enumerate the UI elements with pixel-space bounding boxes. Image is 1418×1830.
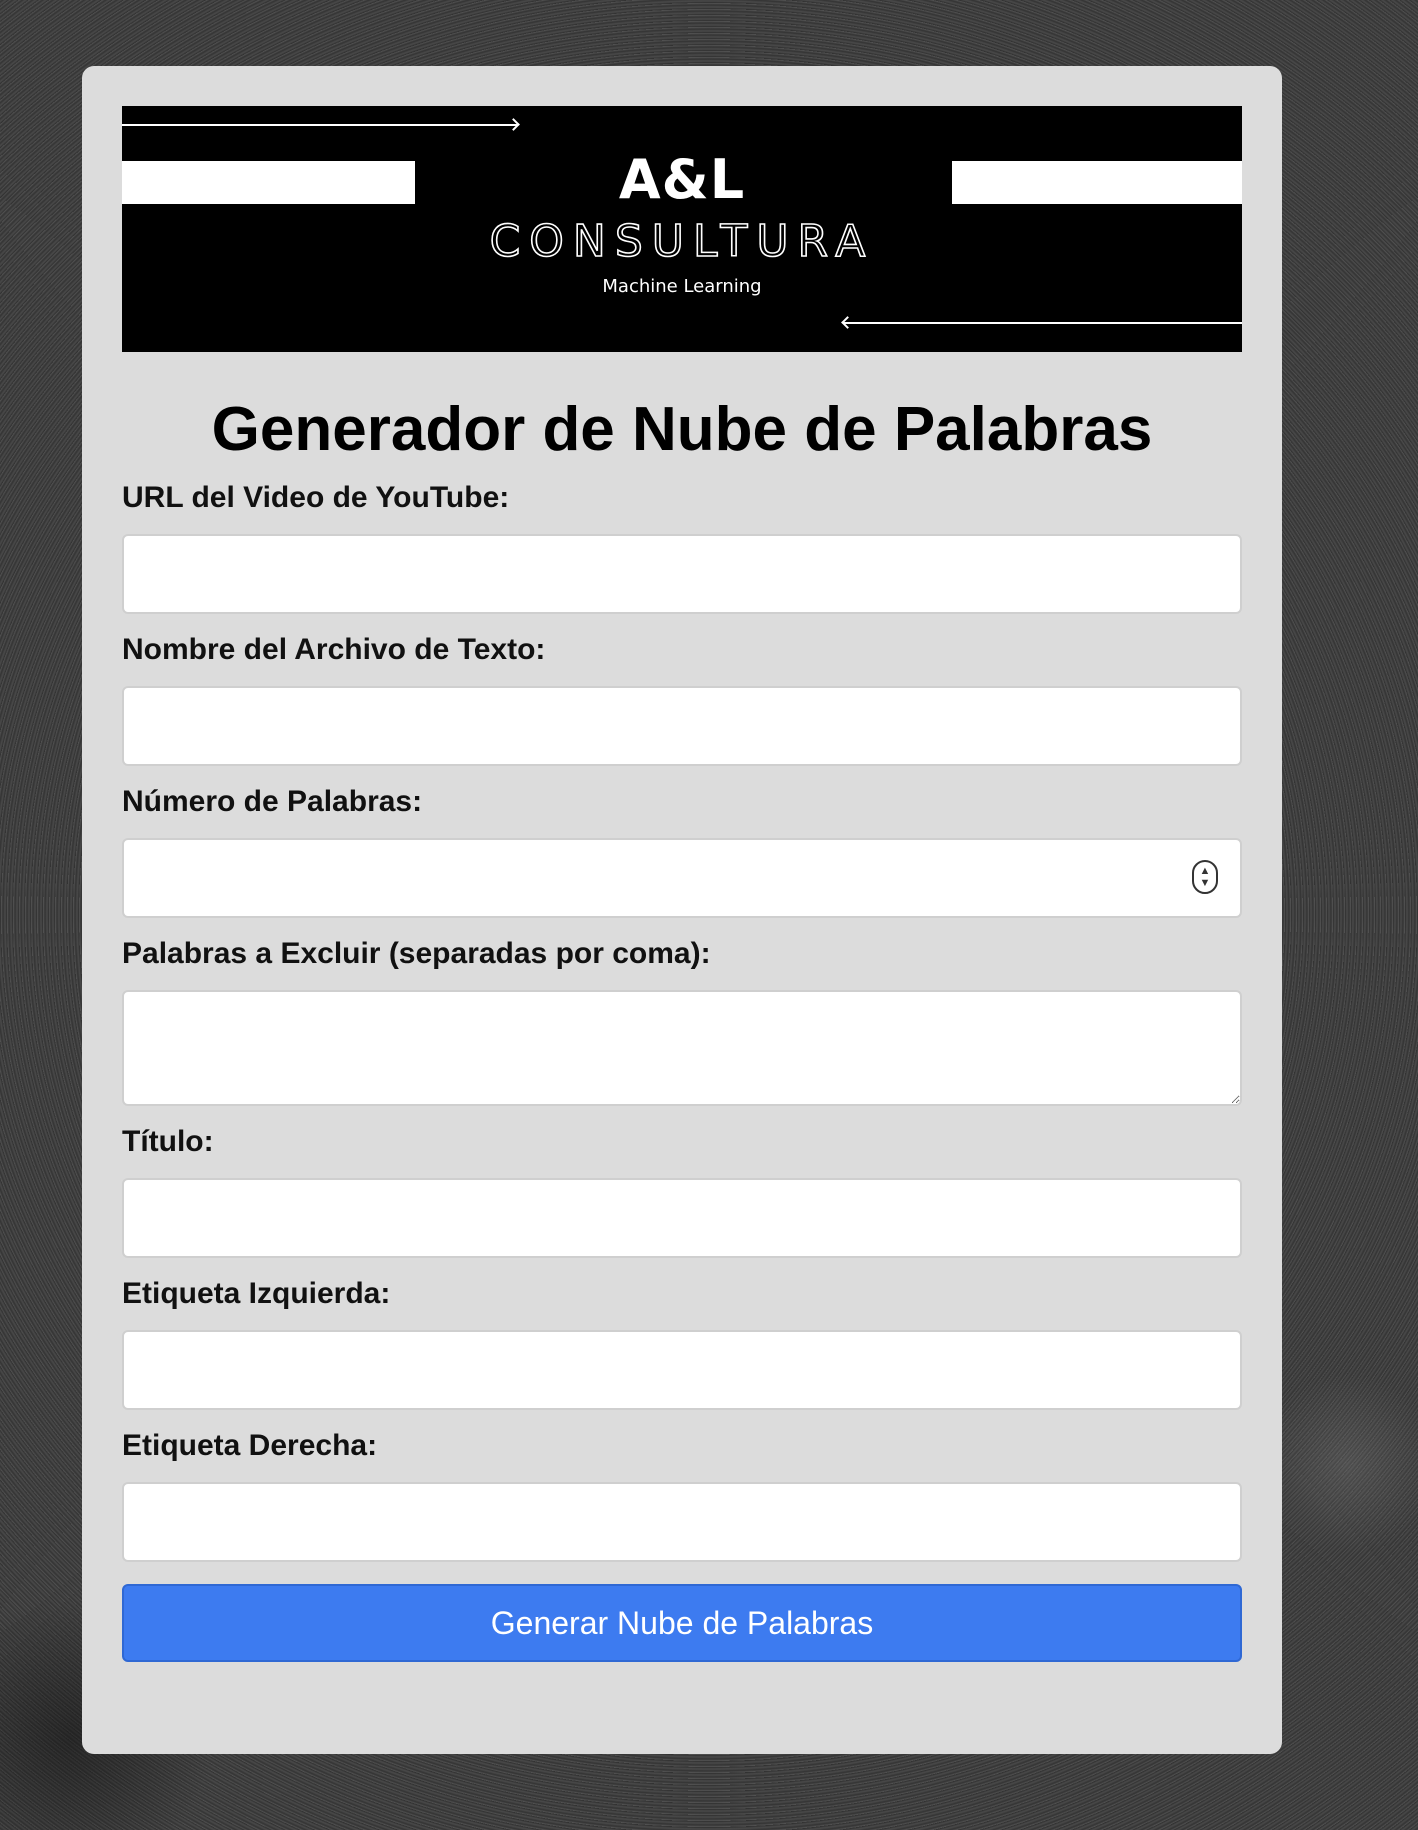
arrow-right-icon <box>122 124 517 126</box>
right-label-field-group: Etiqueta Derecha: <box>122 1428 1242 1562</box>
url-field-group: URL del Video de YouTube: <box>122 480 1242 614</box>
title-label: Título: <box>122 1125 214 1158</box>
url-label: URL del Video de YouTube: <box>122 481 510 514</box>
brand-banner: A&L CONSULTURA Machine Learning <box>122 106 1242 352</box>
youtube-url-input[interactable] <box>122 534 1242 614</box>
exclude-label: Palabras a Excluir (separadas por coma): <box>122 937 711 970</box>
stepper-icon[interactable]: ▲ ▼ <box>1192 860 1218 894</box>
generate-wordcloud-button[interactable]: Generar Nube de Palabras <box>122 1584 1242 1662</box>
stepper-down-icon[interactable]: ▼ <box>1200 877 1211 889</box>
exclude-field-group: Palabras a Excluir (separadas por coma): <box>122 936 1242 1106</box>
brand-tagline: Machine Learning <box>602 276 762 297</box>
filename-label: Nombre del Archivo de Texto: <box>122 633 546 666</box>
filename-input[interactable] <box>122 686 1242 766</box>
arrow-left-icon <box>844 322 1242 324</box>
right-label-input[interactable] <box>122 1482 1242 1562</box>
filename-field-group: Nombre del Archivo de Texto: <box>122 632 1242 766</box>
stepper-up-icon[interactable]: ▲ <box>1200 865 1211 877</box>
form-card: A&L CONSULTURA Machine Learning Generado… <box>82 66 1282 1754</box>
word-count-label: Número de Palabras: <box>122 785 423 818</box>
word-count-wrapper: ▲ ▼ <box>122 838 1242 918</box>
word-count-field-group: Número de Palabras: ▲ ▼ <box>122 784 1242 918</box>
exclude-words-textarea[interactable] <box>122 990 1242 1106</box>
title-input[interactable] <box>122 1178 1242 1258</box>
brand-logo-sub: CONSULTURA <box>489 215 875 268</box>
word-count-input[interactable] <box>122 838 1242 918</box>
left-label-field-group: Etiqueta Izquierda: <box>122 1276 1242 1410</box>
brand-logo-main: A&L <box>618 148 746 211</box>
title-field-group: Título: <box>122 1124 1242 1258</box>
right-label-label: Etiqueta Derecha: <box>122 1429 378 1462</box>
left-label-input[interactable] <box>122 1330 1242 1410</box>
page-title: Generador de Nube de Palabras <box>211 395 1153 464</box>
left-label-label: Etiqueta Izquierda: <box>122 1277 391 1310</box>
